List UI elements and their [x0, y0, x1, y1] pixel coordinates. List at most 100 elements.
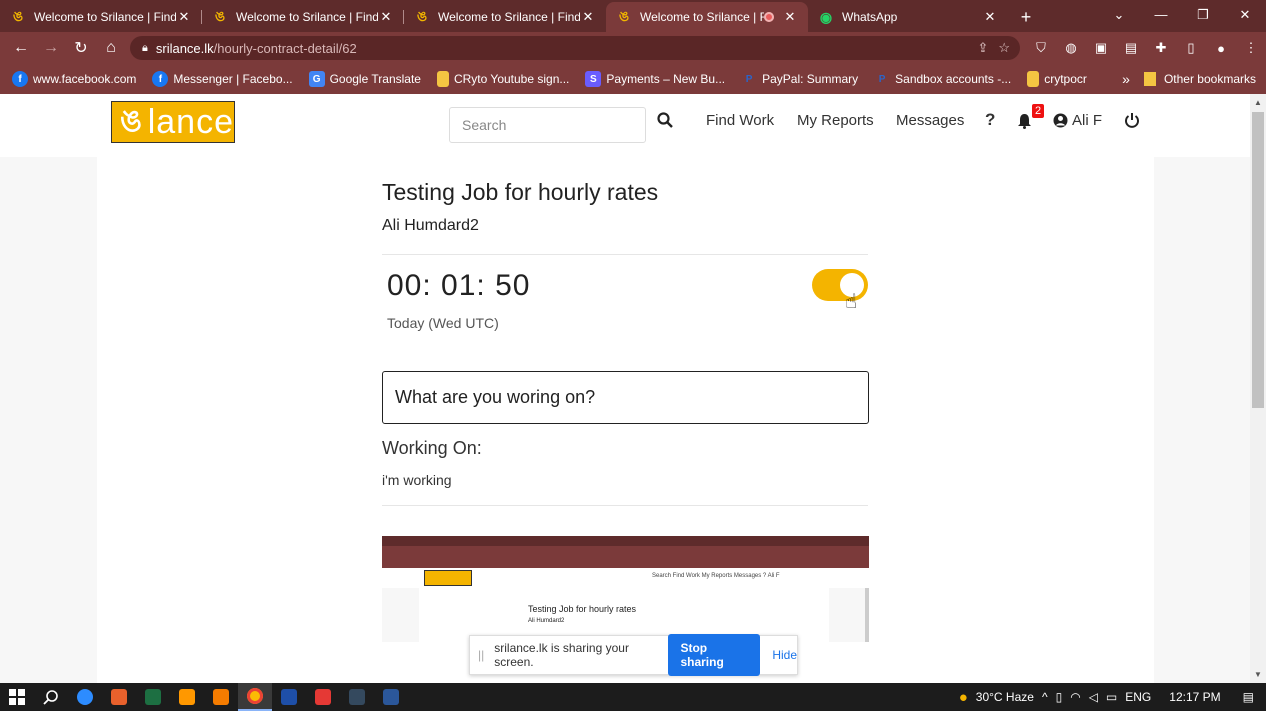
page-scrollbar[interactable]: ▲ ▼: [1250, 94, 1266, 683]
srilance-favicon-icon: ঙ: [12, 8, 24, 24]
stop-sharing-button[interactable]: Stop sharing: [668, 634, 761, 676]
power-plug-icon[interactable]: ▭: [1106, 690, 1117, 704]
profile-avatar-icon[interactable]: ●: [1206, 41, 1236, 56]
minimize-icon[interactable]: —: [1140, 0, 1182, 30]
windows-start-icon[interactable]: [0, 683, 34, 711]
thumb-scrollbar: [865, 588, 869, 642]
search-icon[interactable]: [652, 112, 678, 138]
facebook-icon: f: [152, 71, 169, 87]
srilance-favicon-icon: ঙ: [618, 8, 630, 24]
chrome-icon[interactable]: [238, 683, 272, 711]
app-orange-icon[interactable]: [102, 683, 136, 711]
json-extension-icon[interactable]: ◍: [1056, 40, 1086, 56]
thumb-bookmarks: [382, 558, 869, 568]
doc-extension-icon[interactable]: ▤: [1116, 40, 1146, 56]
clock[interactable]: 12:17 PM: [1169, 690, 1220, 704]
app-red-icon[interactable]: [306, 683, 340, 711]
back-icon[interactable]: ←: [6, 39, 36, 57]
nav-messages[interactable]: Messages: [896, 112, 964, 129]
bell-icon[interactable]: [1017, 113, 1032, 133]
restore-icon[interactable]: ❐: [1182, 0, 1224, 30]
reload-icon[interactable]: ↻: [66, 38, 96, 58]
side-panel-icon[interactable]: ▯: [1176, 40, 1206, 56]
share-message: srilance.lk is sharing your screen.: [494, 641, 629, 669]
hand-cursor-icon: ☝︎: [845, 291, 858, 313]
bookmarks-more-button[interactable]: »: [1122, 71, 1130, 87]
bookmark-item[interactable]: f Messenger | Facebo...: [152, 71, 293, 87]
bookmark-item[interactable]: crytpocr: [1027, 71, 1087, 87]
thumb-nav: Search Find Work My Reports Messages ? A…: [652, 573, 780, 579]
power-logout-icon[interactable]: [1124, 112, 1140, 132]
screen-extension-icon[interactable]: ▣: [1086, 40, 1116, 56]
scroll-thumb[interactable]: [1252, 112, 1264, 408]
bookmark-item[interactable]: CRyto Youtube sign...: [436, 71, 569, 87]
language-indicator[interactable]: ENG: [1125, 690, 1151, 704]
bookmark-item[interactable]: S Payments – New Bu...: [585, 71, 725, 87]
search-icon[interactable]: [34, 683, 68, 711]
srilance-logo[interactable]: ঙ lance: [111, 101, 235, 143]
user-name[interactable]: Ali F: [1072, 112, 1102, 129]
home-icon[interactable]: ⌂: [96, 39, 126, 57]
working-on-input[interactable]: [382, 371, 869, 424]
forward-icon[interactable]: →: [36, 39, 66, 57]
extensions-area: ⛉ ◍ ▣ ▤ ✚ ▯ ● ⋮: [1026, 32, 1266, 64]
zoom-app-icon[interactable]: [68, 683, 102, 711]
shield-extension-icon[interactable]: ⛉: [1026, 40, 1056, 56]
drag-grip-icon[interactable]: ||: [478, 648, 484, 662]
windows-taskbar: ● 30°C Haze ^ ▯ ◠ ◁ ▭ ENG 12:17 PM ▤: [0, 683, 1266, 711]
facebook-icon: f: [12, 71, 28, 87]
tray-chevron-icon[interactable]: ^: [1042, 690, 1048, 704]
other-bookmarks[interactable]: Other bookmarks: [1164, 72, 1256, 86]
timer-caption: Today (Wed UTC): [387, 315, 499, 331]
address-bar[interactable]: 🔒︎ srilance.lk/hourly-contract-detail/62…: [130, 36, 1020, 60]
bookmark-item[interactable]: P Sandbox accounts -...: [874, 71, 1011, 87]
weather-text[interactable]: 30°C Haze: [976, 690, 1034, 704]
app-navy-icon[interactable]: [340, 683, 374, 711]
wifi-icon[interactable]: ◠: [1070, 690, 1080, 704]
browser-tab[interactable]: ঙ Welcome to Srilance | Find D ✕: [202, 2, 404, 32]
menu-kebab-icon[interactable]: ⋮: [1236, 40, 1266, 56]
nav-my-reports[interactable]: My Reports: [797, 112, 874, 129]
app-blue-icon[interactable]: [272, 683, 306, 711]
close-tab-icon[interactable]: ✕: [176, 9, 192, 25]
weather-sun-icon[interactable]: ●: [959, 689, 968, 706]
bookmark-item[interactable]: f www.facebook.com: [12, 71, 136, 87]
scroll-down-icon[interactable]: ▼: [1250, 670, 1266, 679]
search-input[interactable]: [449, 107, 646, 143]
close-tab-icon[interactable]: ✕: [982, 9, 998, 25]
user-circle-icon: [1053, 113, 1068, 132]
browser-tab[interactable]: ঙ Welcome to Srilance | Find D ✕: [404, 2, 606, 32]
bookmark-item[interactable]: G Google Translate: [308, 71, 421, 87]
excel-icon[interactable]: [136, 683, 170, 711]
thumb-header: Search Find Work My Reports Messages ? A…: [382, 568, 869, 588]
browser-tab-strip: ঙ Welcome to Srilance | Find D ✕ ঙ Welco…: [0, 0, 1266, 32]
close-tab-icon[interactable]: ✕: [580, 9, 596, 25]
bookmark-star-icon[interactable]: ☆: [998, 40, 1010, 56]
thumb-client: Ali Humdard2: [528, 618, 565, 624]
new-tab-button[interactable]: +: [1008, 2, 1044, 32]
battery-icon[interactable]: ▯: [1056, 690, 1063, 704]
close-tab-icon[interactable]: ✕: [378, 9, 394, 25]
nav-find-work[interactable]: Find Work: [706, 112, 774, 129]
app-box-icon[interactable]: [204, 683, 238, 711]
system-tray: ● 30°C Haze ^ ▯ ◠ ◁ ▭ ENG 12:17 PM ▤: [959, 683, 1266, 711]
browser-tab[interactable]: ◉ WhatsApp ✕: [808, 2, 1008, 32]
sublime-icon[interactable]: [170, 683, 204, 711]
close-tab-icon[interactable]: ✕: [782, 9, 798, 25]
paypal-icon: P: [878, 73, 886, 85]
tab-search-icon[interactable]: ⌄: [1098, 0, 1140, 30]
help-icon[interactable]: ?: [985, 110, 995, 130]
puzzle-extensions-icon[interactable]: ✚: [1146, 40, 1176, 56]
screenshot-thumbnail[interactable]: Search Find Work My Reports Messages ? A…: [382, 536, 869, 642]
share-icon[interactable]: ⇪: [977, 40, 988, 56]
tracking-toggle[interactable]: [812, 269, 868, 301]
browser-tab-active[interactable]: ঙ Welcome to Srilance | Fir ✕: [606, 2, 808, 32]
hide-button[interactable]: Hide: [772, 648, 797, 662]
word-icon[interactable]: [374, 683, 408, 711]
bookmark-item[interactable]: P PayPal: Summary: [741, 71, 858, 87]
volume-icon[interactable]: ◁: [1089, 690, 1098, 704]
scroll-up-icon[interactable]: ▲: [1250, 98, 1266, 107]
browser-tab[interactable]: ঙ Welcome to Srilance | Find D ✕: [0, 2, 202, 32]
notification-center-icon[interactable]: ▤: [1243, 690, 1254, 704]
close-window-icon[interactable]: ✕: [1224, 0, 1266, 30]
